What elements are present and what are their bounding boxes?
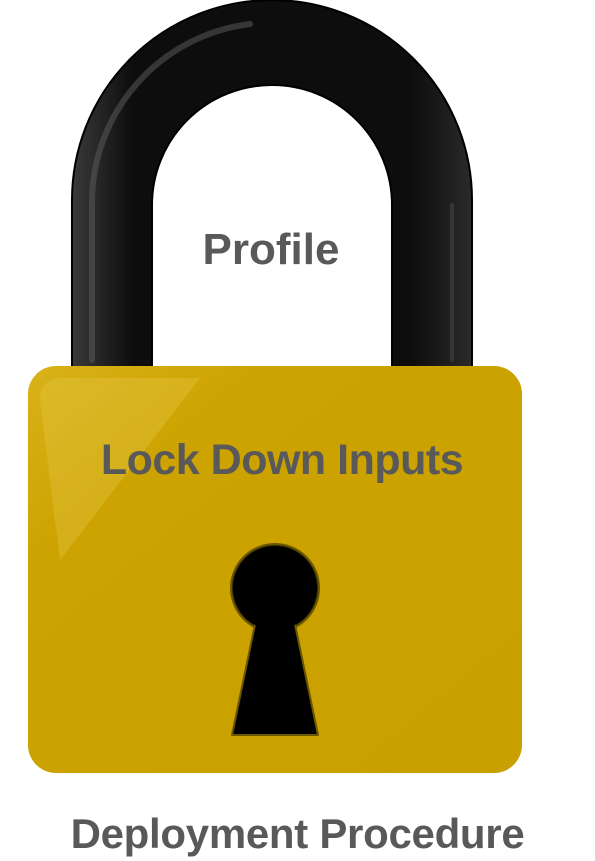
padlock-diagram: Profile Lock Down Inputs Deployment Proc… bbox=[0, 0, 595, 861]
diagram-caption: Deployment Procedure bbox=[70, 810, 525, 857]
shackle-label: Profile bbox=[202, 225, 340, 274]
shackle bbox=[71, 0, 473, 371]
lock-body-label: Lock Down Inputs bbox=[100, 436, 464, 484]
padlock-icon bbox=[28, 0, 522, 773]
